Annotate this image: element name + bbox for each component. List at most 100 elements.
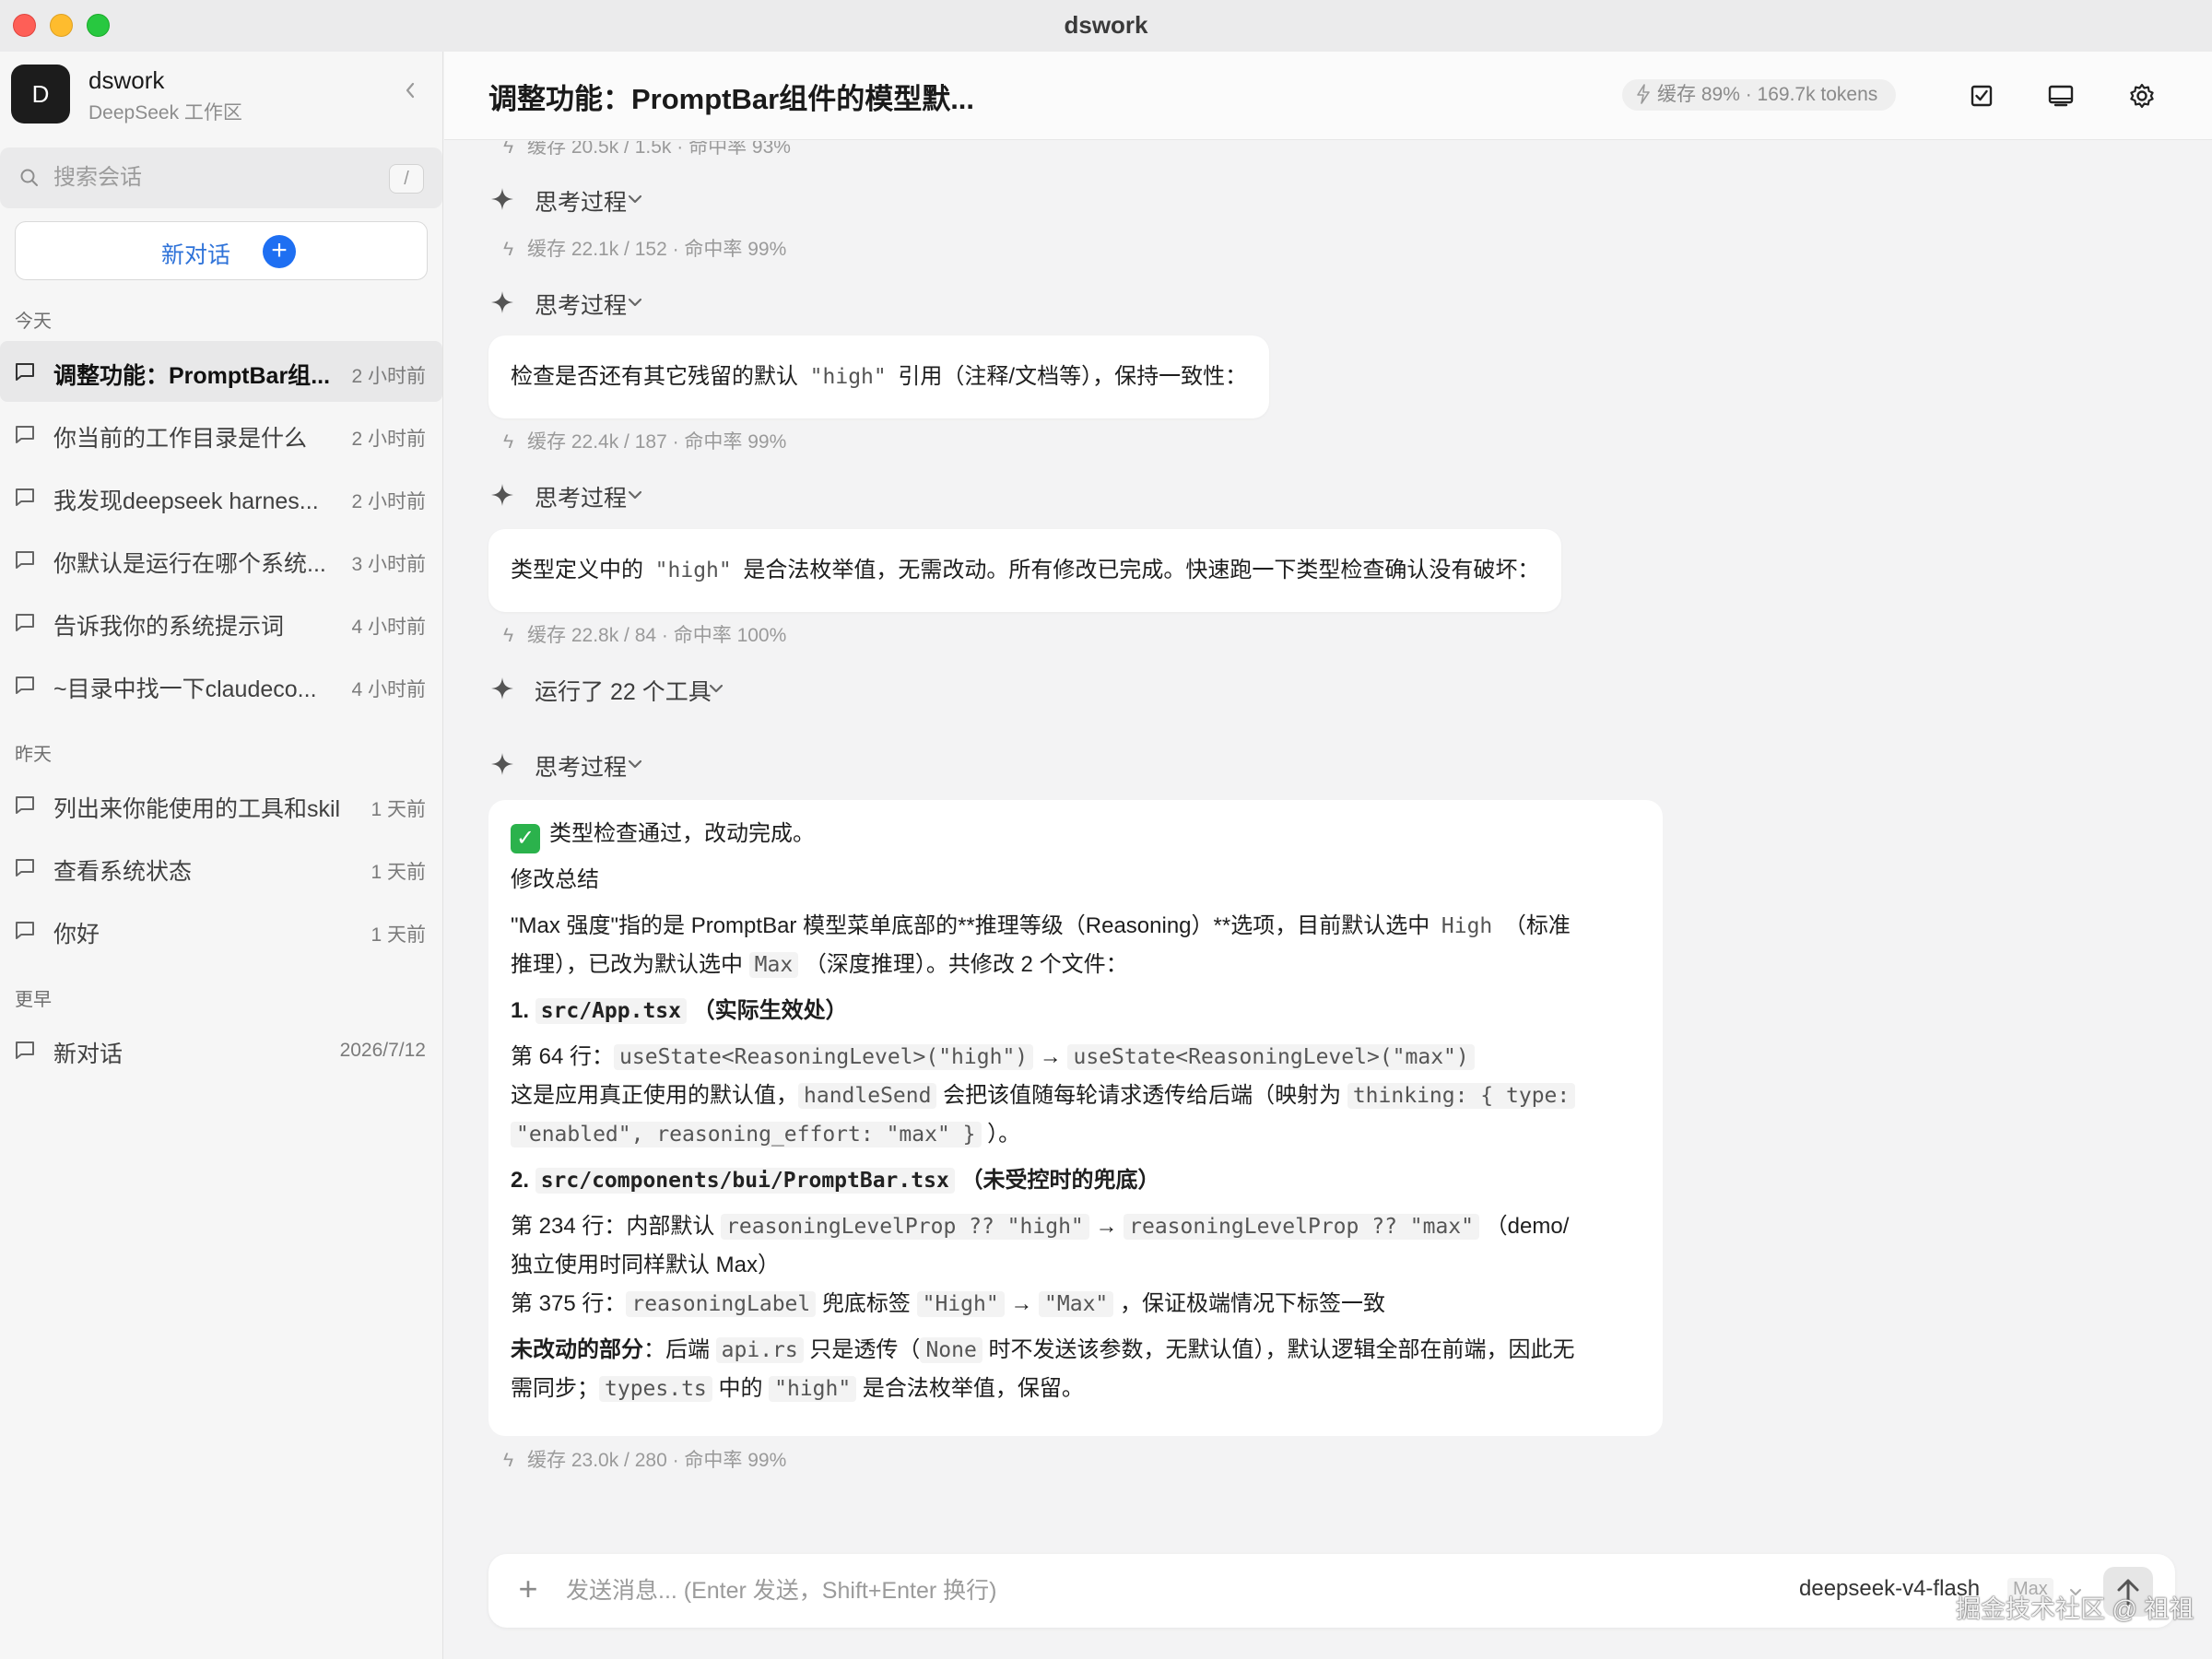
chat-time: 2 小时前 [351,491,426,512]
chat-time: 4 小时前 [351,617,426,638]
arrow-text: → [1004,1291,1040,1316]
watermark: 掘金技术社区 @ 祖祖 [1956,1595,2194,1623]
chevron-down-icon [628,490,642,500]
file-path: src/App.tsx [535,998,688,1024]
inline-code: types.ts [599,1376,712,1402]
summary-paragraph: 推理），已改为默认选中 Max （深度推理）。共修改 2 个文件： [511,947,1128,982]
file-note: （未受控时的兜底） [954,1168,1160,1193]
inline-code: "enabled", reasoning_effort: "max" } [511,1122,982,1147]
settings-button[interactable] [2125,79,2159,112]
sparkle-icon [491,677,513,700]
inline-code: useState<ReasoningLevel>("high") [614,1044,1034,1070]
thinking-label: 思考过程 [535,486,628,512]
model-selector[interactable]: deepseek-v4-flash [1799,1576,1980,1602]
search-box: / [0,147,442,208]
chat-list-item[interactable]: ~目录中找一下claudeco... 4 小时前 [0,654,442,715]
chat-list-item[interactable]: 查看系统状态 1 天前 [0,837,442,898]
summary-text: 会把该值随每轮请求透传给后端（映射为 [936,1083,1347,1108]
summary-paragraph: 未改动的部分：后端 api.rs 只是透传（ None 时不发送该参数，无默认值）… [511,1333,1575,1368]
search-icon [20,169,38,186]
file-path: src/components/bui/PromptBar.tsx [535,1168,955,1194]
message-text: 类型定义中的 [511,558,650,582]
summary-status-line: ✓ 类型检查通过，改动完成。 [511,817,815,853]
summary-paragraph: 这是应用真正使用的默认值， handleSend 会把该值随每轮请求透传给后端（映… [511,1078,1576,1113]
conversation-area[interactable]: ϟ 缓存 20.5k / 1.5k · 命中率 93% 思考过程 ϟ 缓存 22.1… [444,141,2212,1551]
chat-list-item[interactable]: 告诉我你的系统提示词 4 小时前 [0,592,442,653]
summary-text: 第 234 行：内部默认 [511,1214,722,1239]
cache-stat-text: 缓存 22.1k / 152 · 命中率 99% [527,239,787,260]
cache-stat-text: 缓存 22.4k / 187 · 命中率 99% [527,431,787,453]
chat-bubble-icon [16,796,34,814]
bolt-icon: ϟ [503,431,514,453]
tasks-checklist-button[interactable] [1965,79,1998,112]
summary-text: ，保证极端情况下标签一致 [1113,1291,1385,1316]
chat-time: 1 天前 [371,862,426,883]
list-number: 2. [511,1168,535,1193]
bolt-icon: ϟ [503,1450,514,1471]
workspace-avatar: D [11,65,70,124]
chevron-down-icon [628,298,642,307]
chevron-down-icon [628,194,642,204]
summary-text: 兜底标签 [816,1291,917,1316]
search-shortcut-hint: / [389,164,424,194]
workspace-subtitle: DeepSeek 工作区 [88,102,242,124]
chat-bubble-icon [16,614,34,631]
summary-paragraph: "Max 强度"指的是 PromptBar 模型菜单底部的**推理等级（Reas… [511,909,1571,944]
chat-bubble-icon [16,551,34,569]
message-text: 是合法枚举值，无需改动。所有修改已完成。快速跑一下类型检查确认没有破坏： [736,558,1540,582]
summary-text: （深度推理）。共修改 2 个文件： [798,952,1128,977]
chat-list-item[interactable]: 我发现deepseek harnes... 2 小时前 [0,466,442,527]
panel-toggle-button[interactable] [2044,79,2077,112]
search-input[interactable] [53,147,376,208]
summary-text: （demo/ [1479,1214,1570,1239]
chat-list-item[interactable]: 你当前的工作目录是什么 2 小时前 [0,404,442,465]
chat-title: 新对话 [53,1041,124,1067]
sparkle-icon [491,753,513,775]
summary-text: 推理），已改为默认选中 [511,952,749,977]
monitor-icon [2048,85,2074,107]
inline-code: handleSend [798,1083,937,1109]
check-mark-icon: ✓ [511,824,540,853]
chat-bubble-icon [16,922,34,939]
inline-code: "high" [809,365,887,389]
thinking-label: 思考过程 [535,190,628,216]
chat-list-item[interactable]: 列出来你能使用的工具和skill 1 天前 [0,774,442,835]
chat-list-item[interactable]: 调整功能：PromptBar组... 2 小时前 [0,341,442,402]
chat-list-item[interactable]: 新对话 2026/7/12 [0,1019,442,1080]
chat-bubble-icon [16,426,34,443]
page-title: 调整功能：PromptBar组件的模型默... [488,83,975,115]
message-text: 检查是否还有其它残留的默认 [511,364,805,389]
inline-code: reasoningLabel [626,1291,817,1317]
checkbox-icon [1971,85,1993,107]
chat-bubble-icon [16,488,34,506]
tools-run-label: 运行了 22 个工具 [535,679,712,705]
summary-text: 时不发送该参数，无默认值），默认逻辑全部在前端，因此无 [982,1337,1575,1362]
summary-paragraph: "enabled", reasoning_effort: "max" } ）。 [511,1117,1020,1152]
assistant-message: 检查是否还有其它残留的默认 "high" 引用（注释/文档等），保持一致性： [488,335,1270,418]
assistant-message: 类型定义中的 "high" 是合法枚举值，无需改动。所有修改已完成。快速跑一下类… [488,529,1562,612]
chat-title: 你好 [53,922,100,947]
chat-title: ~目录中找一下claudeco... [53,677,317,702]
chat-header: 调整功能：PromptBar组件的模型默... 缓存 89% · 169.7k … [444,52,2212,140]
message-text: 引用（注释/文档等），保持一致性： [891,364,1248,389]
chat-list-item[interactable]: 你好 1 天前 [0,900,442,960]
message-composer: + deepseek-v4-flash Max [488,1554,2175,1628]
inline-code: reasoningLevelProp ?? "max" [1124,1214,1479,1240]
cache-stat-text: 缓存 20.5k / 1.5k · 命中率 93% [527,141,791,158]
chat-list-item[interactable]: 你默认是运行在哪个系统... 3 小时前 [0,529,442,590]
inline-code: useState<ReasoningLevel>("max") [1067,1044,1475,1070]
summary-text: "Max 强度"指的是 PromptBar 模型菜单底部的**推理等级（Reas… [511,913,1436,938]
summary-text: 类型检查通过，改动完成。 [549,821,815,846]
window-titlebar: dswork [0,0,2212,52]
chat-title: 列出来你能使用的工具和skill [53,796,339,822]
chat-bubble-icon [16,677,34,694]
summary-heading: 修改总结 [511,867,599,892]
collapse-sidebar-icon[interactable] [396,76,424,109]
new-chat-button[interactable]: 新对话 + [15,221,428,280]
summary-text: 第 375 行： [511,1291,627,1316]
workspace-header[interactable]: D dswork DeepSeek 工作区 [11,63,435,125]
workspace-name: dswork [88,66,165,94]
attach-plus-icon[interactable]: + [514,1571,542,1607]
message-input[interactable] [566,1554,1672,1628]
arrow-text: → [1088,1214,1124,1239]
